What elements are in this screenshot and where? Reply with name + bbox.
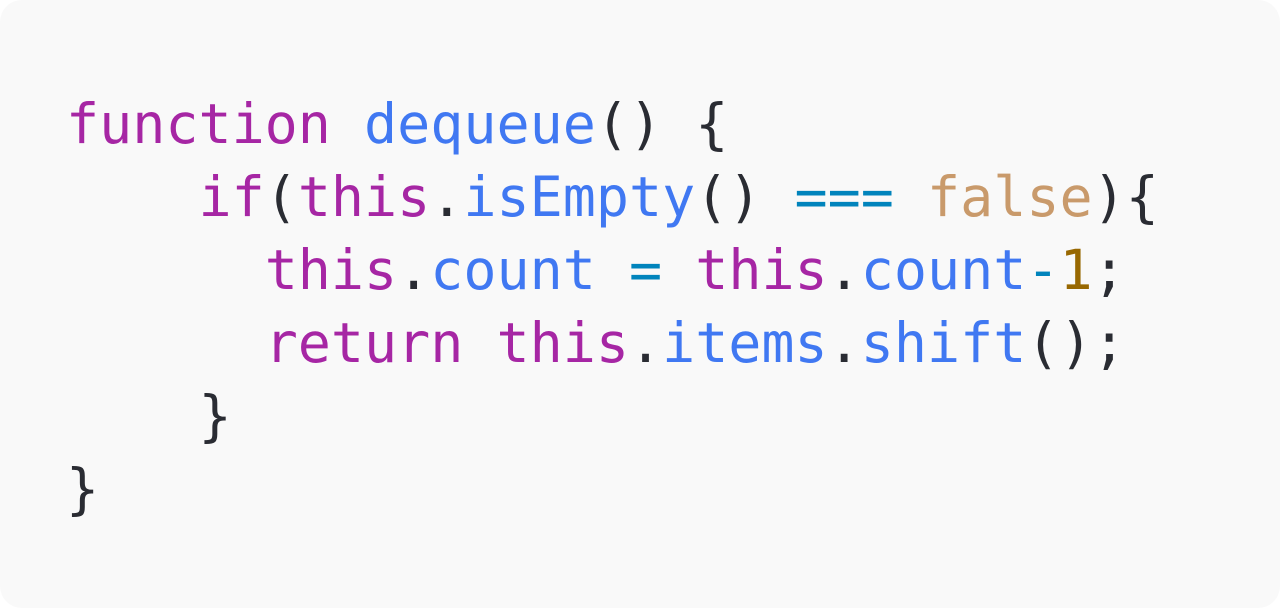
close-paren: ) xyxy=(1092,165,1126,229)
keyword-this: this xyxy=(297,165,431,229)
code-line-6: } xyxy=(66,453,1159,526)
property-name: count xyxy=(860,238,1027,302)
minus-operator: - xyxy=(1026,238,1060,302)
strict-equality-operator: === xyxy=(794,165,894,229)
dot: . xyxy=(628,311,663,375)
dot: . xyxy=(827,311,861,375)
call-parens: () xyxy=(1026,311,1093,375)
keyword-this: this xyxy=(264,238,398,302)
dot: . xyxy=(430,165,464,229)
call-parens: () xyxy=(695,165,762,229)
method-name: isEmpty xyxy=(463,165,696,229)
dot: . xyxy=(827,238,861,302)
code-snippet-card: function dequeue() { if(this.isEmpty() =… xyxy=(0,0,1280,608)
code-line-2: if(this.isEmpty() === false){ xyxy=(66,161,1159,234)
boolean-literal: false xyxy=(927,165,1093,229)
code-line-4: return this.items.shift(); xyxy=(66,307,1159,380)
close-brace: } xyxy=(66,457,100,521)
code-line-3: this.count = this.count-1; xyxy=(66,234,1159,307)
property-name: count xyxy=(430,238,596,302)
dot: . xyxy=(397,238,431,302)
function-name: dequeue xyxy=(364,92,596,156)
semicolon: ; xyxy=(1092,311,1126,375)
code-block: function dequeue() { if(this.isEmpty() =… xyxy=(66,88,1159,526)
keyword-this: this xyxy=(695,238,828,302)
open-brace: { xyxy=(695,92,729,156)
keyword-this: this xyxy=(496,311,629,375)
code-line-5: } xyxy=(66,380,1159,453)
open-brace: { xyxy=(1125,165,1159,229)
close-brace: } xyxy=(198,384,232,448)
number-literal: 1 xyxy=(1059,238,1093,302)
assignment-operator: = xyxy=(628,238,663,302)
keyword-return: return xyxy=(264,311,464,375)
keyword-function: function xyxy=(66,92,331,156)
property-name: items xyxy=(662,311,828,375)
code-line-1: function dequeue() { xyxy=(66,88,1159,161)
open-paren: ( xyxy=(264,165,298,229)
method-name: shift xyxy=(860,311,1027,375)
semicolon: ; xyxy=(1092,238,1126,302)
keyword-if: if xyxy=(198,165,265,229)
parameter-parens: () xyxy=(595,92,663,156)
